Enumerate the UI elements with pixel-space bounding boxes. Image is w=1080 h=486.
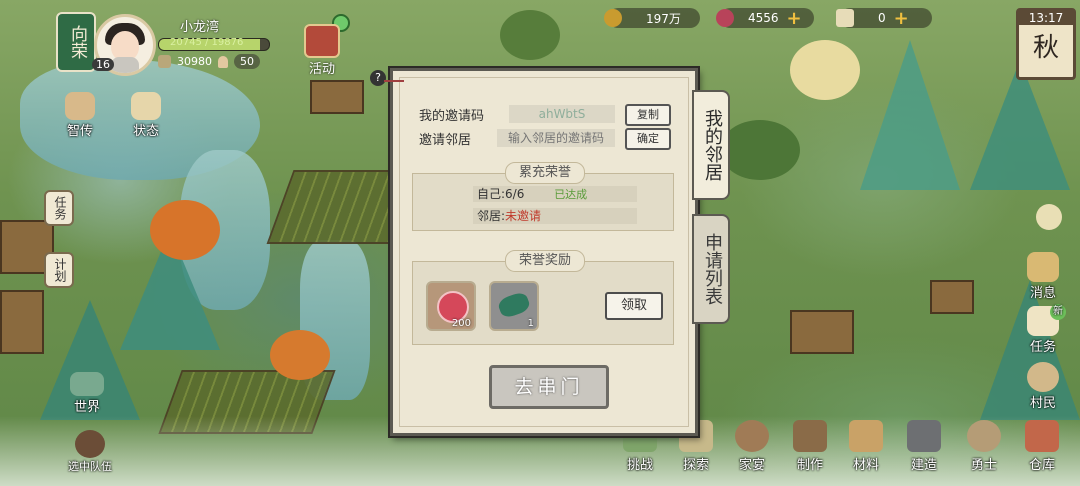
coin-count: 30980	[177, 55, 212, 68]
self-status: 已达成	[554, 188, 588, 201]
tab-my-neighbor[interactable]: 我的邻居	[692, 90, 730, 200]
neighbor-progress: 邻居:未邀请	[473, 208, 637, 224]
honor-section-title: 累充荣誉	[505, 162, 585, 184]
ticket-count: 0	[878, 11, 886, 25]
bottom-label-warrior: 勇士	[970, 458, 997, 473]
message-button[interactable]: 消息	[1018, 252, 1068, 301]
bottom-btn-craft[interactable]: 制作	[786, 420, 834, 473]
activity-button[interactable]: 活动	[300, 24, 344, 77]
clock-season: 秋	[1032, 33, 1059, 63]
reward-count-1: 200	[451, 318, 471, 329]
right-task-label: 任务	[1029, 340, 1056, 355]
tab-apply-list[interactable]: 申请列表	[692, 214, 730, 324]
gem-resource[interactable]: 4556 +	[716, 8, 814, 29]
craft-icon	[793, 420, 827, 452]
player-level: 16	[92, 58, 114, 71]
my-code-value: ahWbtS	[509, 105, 615, 123]
copper-count: 197万	[646, 11, 681, 26]
bottom-label-build: 建造	[910, 458, 937, 473]
new-badge: 新	[1050, 304, 1066, 320]
world-button[interactable]: 世界	[62, 372, 112, 415]
confirm-button[interactable]: 确定	[625, 128, 671, 150]
bottom-label-explore: 探索	[682, 458, 709, 473]
right-task-button[interactable]: 任务 新	[1018, 304, 1068, 355]
bottom-btn-banquet[interactable]: 家宴	[728, 420, 776, 473]
world-label: 世界	[73, 400, 100, 415]
season-clock[interactable]: 13:17 秋	[1016, 8, 1076, 80]
bottom-label-material: 材料	[852, 458, 879, 473]
invite-label: 邀请邻居	[419, 133, 472, 148]
wisdom-label: 智传	[66, 124, 93, 139]
invite-code-input[interactable]	[497, 129, 615, 147]
player-resources: 30980 50	[158, 54, 260, 69]
bottom-btn-warrior[interactable]: 勇士	[960, 420, 1008, 473]
status-button[interactable]: 状态	[124, 92, 168, 139]
flower-menu-button[interactable]	[1024, 204, 1074, 230]
bell-icon	[1027, 252, 1059, 282]
neighbor-dialog: 我的邀请码 ahWbtS 复制 邀请邻居 确定 累充荣誉 自己:6/6 已达成 …	[390, 68, 698, 436]
copy-button[interactable]: 复制	[625, 104, 671, 126]
neighbor-status: 未邀请	[505, 209, 542, 223]
bottom-btn-build[interactable]: 建造	[900, 420, 948, 473]
bottom-label-craft: 制作	[796, 458, 823, 473]
warrior-icon	[967, 420, 1001, 452]
world-map-icon	[70, 372, 104, 396]
team-leader-icon	[75, 430, 105, 458]
add-ticket-icon[interactable]: +	[894, 8, 909, 29]
jade-stone-icon[interactable]: 1	[489, 281, 539, 331]
reward-count-2: 1	[527, 318, 534, 329]
team-button[interactable]: 选中队伍	[60, 430, 120, 474]
hammer-icon	[907, 420, 941, 452]
copper-resource[interactable]: 197万	[604, 8, 700, 28]
plum-blossom-icon[interactable]: 200	[426, 281, 476, 331]
status-icon	[131, 92, 161, 120]
people-icon	[218, 55, 228, 68]
neighbor-label: 邻居:	[477, 209, 506, 223]
gem-count: 4556	[748, 11, 779, 25]
visit-button[interactable]: 去串门	[489, 365, 609, 409]
gem-icon	[716, 9, 734, 27]
activity-label: 活动	[308, 62, 335, 77]
scroll-icon	[65, 92, 95, 120]
wisdom-button[interactable]: 智传	[58, 92, 102, 139]
help-icon[interactable]: ?	[370, 70, 386, 86]
ticket-resource[interactable]: 0 +	[836, 8, 932, 29]
add-gem-icon[interactable]: +	[787, 8, 802, 29]
flower-icon	[1036, 204, 1062, 230]
wood-icon	[849, 420, 883, 452]
bottom-label-banquet: 家宴	[738, 458, 765, 473]
self-label: 自己:	[477, 187, 506, 201]
task-side-tab[interactable]: 任务	[44, 190, 74, 226]
people-count: 50	[234, 54, 260, 69]
bottom-btn-material[interactable]: 材料	[842, 420, 890, 473]
player-title-banner[interactable]: 向荣	[56, 12, 96, 72]
activity-icon	[304, 24, 340, 58]
team-label: 选中队伍	[68, 460, 112, 473]
villager-icon	[1027, 362, 1059, 392]
ticket-icon	[836, 9, 854, 27]
my-code-label: 我的邀请码	[419, 109, 485, 124]
self-progress: 自己:6/6 已达成	[473, 186, 637, 202]
message-label: 消息	[1029, 286, 1056, 301]
claim-button[interactable]: 领取	[605, 292, 663, 320]
honor-section: 累充荣誉 自己:6/6 已达成 邻居:未邀请	[412, 162, 674, 231]
villager-button[interactable]: 村民	[1018, 362, 1068, 411]
bottom-label-challenge: 挑战	[626, 458, 653, 473]
self-value: 6/6	[505, 187, 525, 201]
bowl-icon	[735, 420, 769, 452]
coin-icon	[158, 55, 171, 68]
villager-label: 村民	[1029, 396, 1056, 411]
bottom-btn-storage[interactable]: 仓库	[1018, 420, 1066, 473]
reward-section-title: 荣誉奖励	[505, 250, 585, 272]
player-name: 小龙湾	[180, 20, 220, 35]
exp-text: 20745 / 19876	[170, 37, 244, 48]
copper-coin-icon	[604, 9, 622, 27]
storage-icon	[1025, 420, 1059, 452]
thread-decoration	[384, 80, 404, 82]
status-label: 状态	[132, 124, 159, 139]
bottom-label-storage: 仓库	[1028, 458, 1055, 473]
clock-time: 13:17	[1019, 11, 1073, 25]
plan-side-tab[interactable]: 计划	[44, 252, 74, 288]
